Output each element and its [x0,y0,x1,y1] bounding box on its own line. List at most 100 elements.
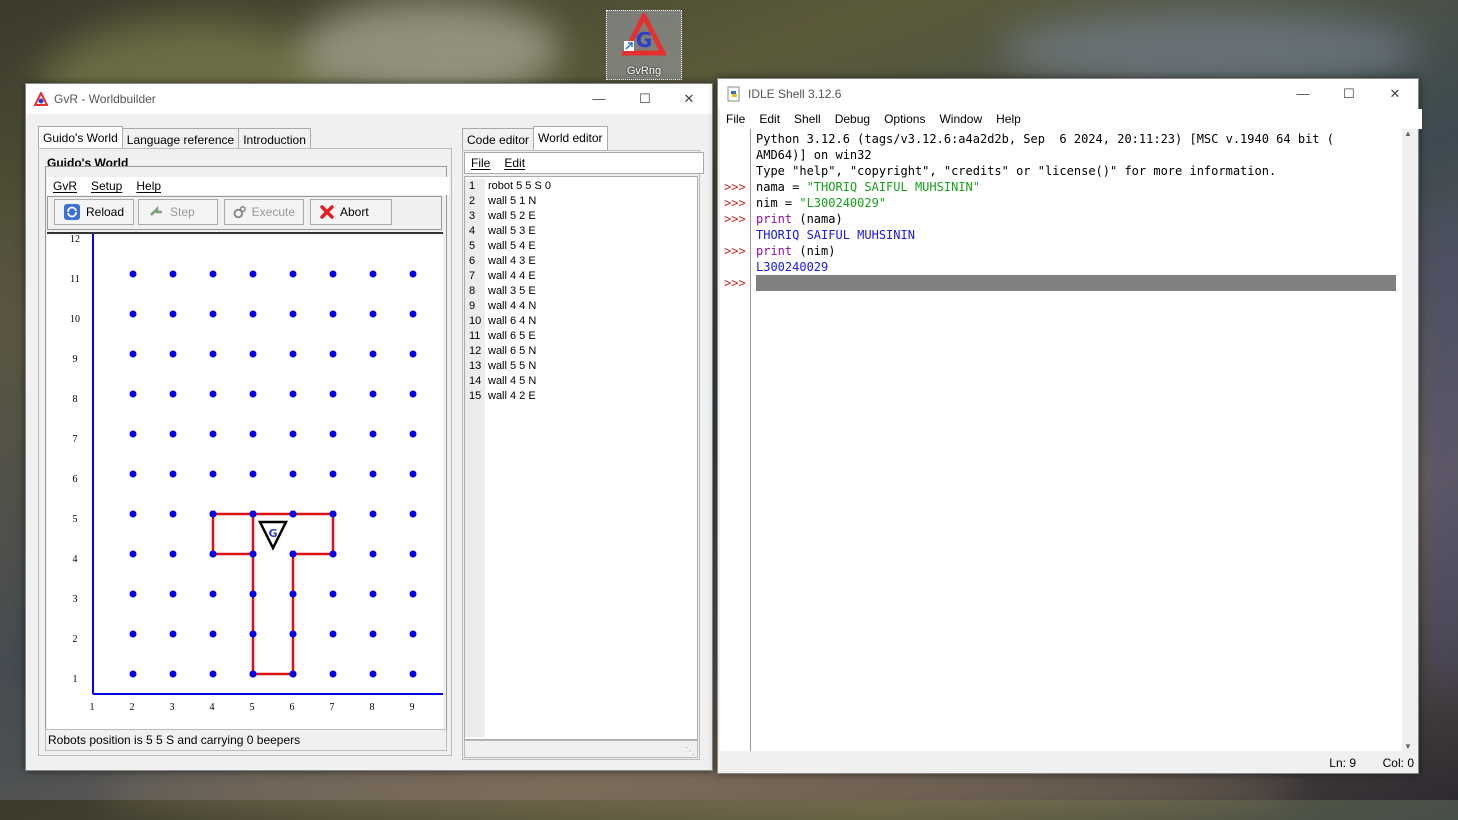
python-icon [727,86,740,102]
y-tick-label: 9 [73,354,78,365]
grid-dot [209,350,217,358]
desktop-shortcut-gvrng[interactable]: G GvRng [606,10,682,80]
grid-dot [249,390,257,398]
status-line: Ln: 9 [1329,756,1356,770]
window-title: GvR - Worldbuilder [54,92,156,106]
y-tick-label: 10 [70,314,80,325]
menu-window[interactable]: Window [939,109,982,129]
vertical-scrollbar[interactable]: ▲ ▼ [1402,129,1416,751]
scroll-up-icon[interactable]: ▲ [1404,129,1412,138]
grid-dot [169,310,177,318]
x-tick-label: 4 [210,702,215,713]
world-canvas[interactable]: 1 2 3 4 5 6 7 8 9123456789101112G [47,234,443,731]
editor-menu-edit[interactable]: Edit [504,153,525,173]
y-tick-label: 6 [73,474,78,485]
menu-edit[interactable]: Edit [759,109,780,129]
execute-button[interactable]: Execute [224,199,304,225]
grid-dot [129,390,137,398]
grid-dot [409,670,417,678]
grid-dot [249,630,257,638]
grid-dot [409,390,417,398]
editor-line: wall 4 3 E [488,255,536,267]
y-tick-label: 2 [73,634,78,645]
y-tick-label: 7 [73,434,78,445]
x-tick-label: 5 [250,702,255,713]
grid-dot [209,390,217,398]
grid-dot [289,590,297,598]
grid-dot [289,270,297,278]
reload-button[interactable]: Reload [54,199,134,225]
line-number: 11 [469,330,481,342]
maximize-button[interactable]: ☐ [1326,79,1372,109]
step-button[interactable]: Step [138,199,218,225]
close-button[interactable]: ✕ [666,84,712,114]
menu-options[interactable]: Options [884,109,925,129]
toolbar: Reload Step Execute Abort [47,196,442,230]
grid-dot [409,430,417,438]
prompt: >>> [724,180,746,194]
x-tick-label: 9 [410,702,415,713]
output-nama: THORIQ SAIFUL MUHSININ [756,228,915,242]
editor-line-numbers: 1 2 3 4 5 6 7 8 9 10 11 12 13 14 15 [465,179,485,737]
grid-dot [369,510,377,518]
editor-menu-bar: File Edit [464,152,704,174]
line-number: 12 [469,345,482,357]
minimize-button[interactable]: — [1280,79,1326,109]
grid-dot [369,430,377,438]
prompt: >>> [724,244,746,258]
grid-dot [169,510,177,518]
grid-dot [369,350,377,358]
close-button[interactable]: ✕ [1372,79,1418,109]
grid-dot [209,550,217,558]
abort-button[interactable]: Abort [310,199,392,225]
current-input-line[interactable] [756,275,1396,291]
editor-line: wall 6 4 N [488,315,537,327]
editor-line: wall 5 5 N [488,360,537,372]
line-number: 4 [469,225,476,237]
menu-debug[interactable]: Debug [835,109,870,129]
code-nim-prefix: nim = [756,196,800,210]
world-editor-textarea[interactable]: 1 2 3 4 5 6 7 8 9 10 11 12 13 14 15 robot 5 5 S 0 wall … [464,176,698,740]
grid-dot [209,470,217,478]
grid-dot [289,550,297,558]
x-tick-label: 2 [130,702,135,713]
grid-dot [369,310,377,318]
gvr-app-icon: G [620,10,668,56]
step-label: Step [170,205,195,219]
resize-grip-icon[interactable]: ⋱ [685,746,695,757]
banner-line-1: Python 3.12.6 (tags/v3.12.6:a4a2d2b, Sep… [756,132,1334,146]
grid-dot [129,510,137,518]
shell-output: Python 3.12.6 (tags/v3.12.6:a4a2d2b, Sep… [756,131,1334,275]
editor-line: wall 5 4 E [488,240,536,252]
editor-line: wall 6 5 N [488,345,537,357]
menu-help[interactable]: Help [996,109,1021,129]
tab-world-editor[interactable]: World editor [533,126,608,151]
grid-dot [409,350,417,358]
editor-menu-file[interactable]: File [471,153,490,173]
editor-line: wall 6 5 E [488,330,536,342]
grid-dot [369,270,377,278]
menu-shell[interactable]: Shell [794,109,821,129]
grid-dot [369,550,377,558]
editor-line: robot 5 5 S 0 [488,180,551,192]
menu-gvr[interactable]: GvR [53,177,77,195]
menu-setup[interactable]: Setup [91,177,122,195]
minimize-button[interactable]: — [576,84,622,114]
editor-line: wall 5 1 N [488,195,537,207]
tab-code-editor[interactable]: Code editor [462,128,535,151]
x-tick-label: 8 [370,702,375,713]
execute-label: Execute [251,205,295,219]
menu-help[interactable]: Help [136,177,161,195]
menu-file[interactable]: File [726,109,745,129]
grid-dot [169,390,177,398]
line-number: 10 [469,315,482,327]
scroll-down-icon[interactable]: ▼ [1404,742,1412,751]
grid-dot [329,310,337,318]
grid-dot [329,670,337,678]
grid-dot [329,350,337,358]
status-column: Col: 0 [1382,756,1414,770]
grid-dot [409,470,417,478]
title-bar: IDLE Shell 3.12.6 — ☐ ✕ [718,79,1418,109]
grid-dot [249,470,257,478]
maximize-button[interactable]: ☐ [622,84,668,114]
